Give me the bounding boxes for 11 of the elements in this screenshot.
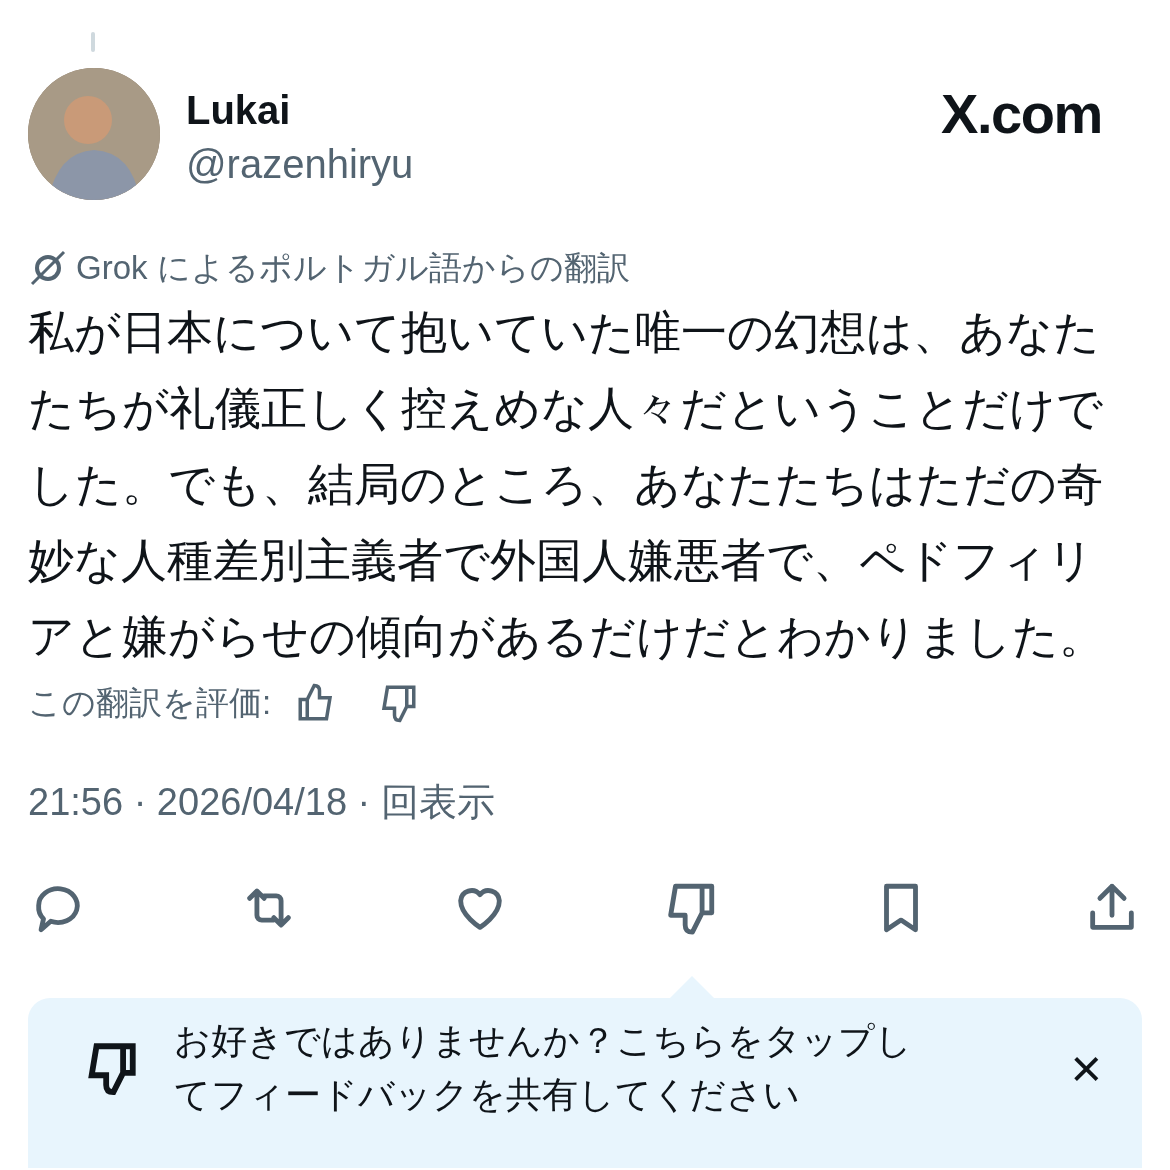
close-button[interactable]: × xyxy=(1070,1041,1102,1095)
author-handle[interactable]: @razenhiryu xyxy=(186,140,414,188)
translation-note[interactable]: Grok によるポルトガル語からの翻訳 xyxy=(76,246,630,290)
tweet-text: 私が日本について抱いていた唯一の幻想は、あなたたちが礼儀正しく控えめな人々だということだけでした。でも、結局のところ、あなたたちはただの奇妙な人種差別主義者で外国人嫌悪者で、ペドフィリアと嫌がらせの傾向があるだけだとわかりました。 xyxy=(28,305,1106,664)
tweet-meta: 21:56 · 2026/04/18 · 回表示 xyxy=(27,780,496,825)
rate-label: この翻訳を評価: xyxy=(28,683,272,723)
grok-icon xyxy=(28,248,68,288)
feedback-prompt[interactable]: お好きではありませんか？こちらをタップしてフィードバックを共有してください xyxy=(174,1014,944,1122)
author-name[interactable]: Lukai xyxy=(186,86,414,134)
thread-line xyxy=(91,32,95,52)
site-label: X.com xyxy=(940,82,1102,146)
